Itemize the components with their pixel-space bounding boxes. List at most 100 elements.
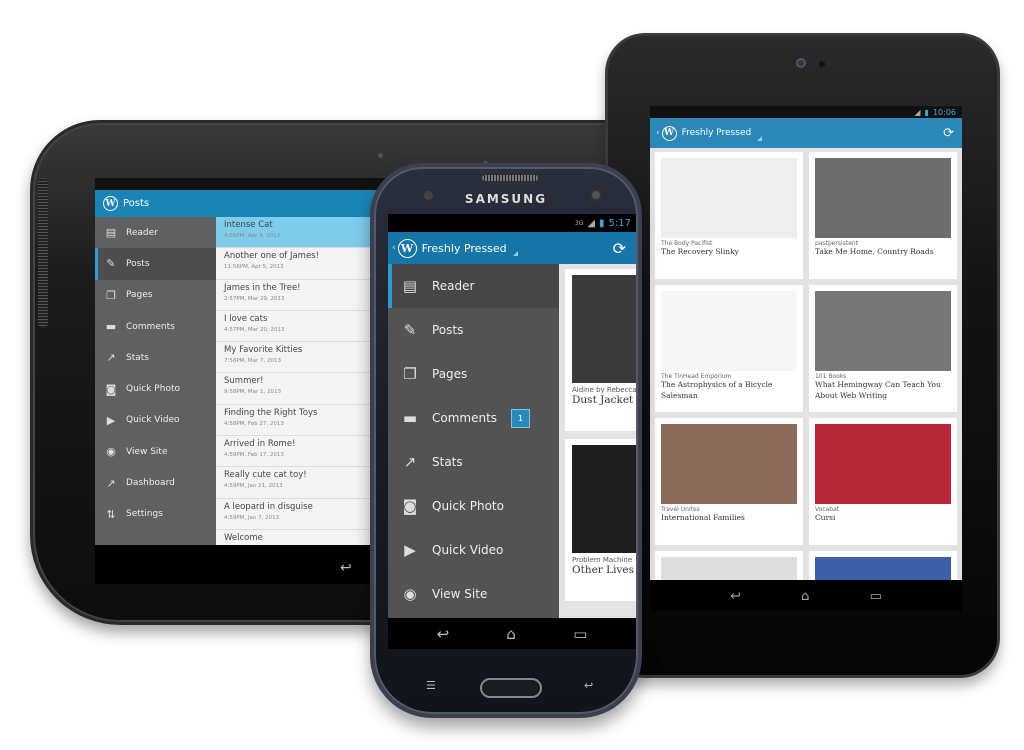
pages-icon: ❐ xyxy=(403,365,417,383)
pages-icon: ❐ xyxy=(106,288,116,302)
sidebar-item-posts[interactable]: ✎ Posts xyxy=(95,248,216,280)
reader-icon: ▤ xyxy=(105,226,117,240)
sidebar-item-view-site[interactable]: ◉ View Site xyxy=(95,436,216,467)
small-tablet-screen: ◢ ▮ 10:06 ‹ W Freshly Pressed ⟳ The Body… xyxy=(650,106,962,611)
signal-icon: ◢ xyxy=(587,217,596,229)
sidebar-item-view-site[interactable]: ◉ View Site xyxy=(388,572,559,616)
sidebar-item-quick-photo[interactable]: ◙ Quick Photo xyxy=(388,484,559,528)
tablet-speaker xyxy=(38,178,48,328)
post-thumbnail xyxy=(815,424,951,504)
reader-icon: ▤ xyxy=(402,277,418,295)
feed-card[interactable]: Problem Machine Other Lives xyxy=(565,439,636,601)
recent-apps-icon[interactable]: ▭ xyxy=(573,625,587,643)
app-bar-title[interactable]: Freshly Pressed xyxy=(682,128,752,138)
app-bar: ‹ W Freshly Pressed ⟳ xyxy=(388,232,636,264)
network-type: 3G xyxy=(574,219,584,227)
feed-card[interactable]: The TinHead Emporium The Astrophysics of … xyxy=(655,285,803,412)
feed-card[interactable]: Travel Unites International Families xyxy=(655,418,803,545)
post-source: The TinHead Emporium xyxy=(661,373,732,380)
post-thumbnail xyxy=(661,557,797,580)
sidebar-item-label: Quick Photo xyxy=(126,384,180,395)
post-source: The Body Pacifist xyxy=(661,240,713,247)
sidebar-item-dashboard[interactable]: ↗ Dashboard xyxy=(95,467,216,498)
refresh-icon[interactable]: ⟳ xyxy=(613,239,626,258)
sidebar-item-label: Reader xyxy=(126,227,158,238)
phone-screen: 3G ◢ ▮ 5:17 ‹ W Freshly Pressed ⟳ ▤ Reade… xyxy=(388,214,636,649)
system-nav-bar: ↩ ⌂ ▭ xyxy=(650,581,962,611)
sidebar-item-quick-video[interactable]: ▶ Quick Video xyxy=(95,405,216,436)
back-icon[interactable]: ↩ xyxy=(730,589,741,604)
status-bar: 3G ◢ ▮ 5:17 xyxy=(388,214,636,232)
sidebar-item-stats[interactable]: ↗ Stats xyxy=(388,440,559,484)
sidebar-item-settings[interactable]: ⇅ Settings xyxy=(95,499,216,530)
feed-card[interactable]: Aldine by Rebecca Dust Jacket xyxy=(565,269,636,431)
back-key-icon[interactable]: ↩ xyxy=(584,679,593,692)
pin-icon: ✎ xyxy=(403,321,417,339)
post-thumbnail xyxy=(661,158,797,238)
back-icon[interactable]: ↩ xyxy=(437,625,450,643)
home-button[interactable] xyxy=(480,678,542,698)
freshly-pressed-grid: The Body Pacifist The Recovery Slinky past… xyxy=(650,148,962,580)
sidebar-item-label: Quick Photo xyxy=(432,499,504,513)
post-title: Take Me Home, Country Roads xyxy=(815,247,934,256)
sidebar-item-quick-photo[interactable]: ◙ Quick Photo xyxy=(95,373,216,404)
recent-apps-icon[interactable]: ▭ xyxy=(870,589,882,604)
sidebar-item-stats[interactable]: ↗ Stats xyxy=(95,342,216,373)
sidebar-item-pages[interactable]: ❐ Pages xyxy=(95,280,216,311)
feed-card[interactable]: pastpersistent Take Me Home, Country Road… xyxy=(809,152,957,279)
menu-key-icon[interactable]: ☰ xyxy=(426,679,436,692)
app-bar-title[interactable]: Freshly Pressed xyxy=(422,242,507,255)
camera-icon: ◙ xyxy=(402,497,418,515)
reader-feed: Aldine by Rebecca Dust Jacket Problem Mach… xyxy=(559,264,636,618)
sidebar-item-quick-video[interactable]: ▶ Quick Video xyxy=(388,528,559,572)
post-thumbnail xyxy=(815,158,951,238)
refresh-icon[interactable]: ⟳ xyxy=(943,126,954,141)
sidebar-item-comments[interactable]: ▬ Comments 1 xyxy=(388,396,559,440)
post-thumbnail xyxy=(815,291,951,371)
feed-card[interactable]: The Body Pacifist The Recovery Slinky xyxy=(655,152,803,279)
sidebar-item-pages[interactable]: ❐ Pages xyxy=(388,352,559,396)
up-caret-icon[interactable]: ‹ xyxy=(392,243,396,253)
sidebar-item-label: Stats xyxy=(126,352,149,363)
post-title: International Families xyxy=(661,513,745,522)
sidebar-item-posts[interactable]: ✎ Posts xyxy=(388,308,559,352)
sidebar-item-label: Pages xyxy=(432,367,468,381)
sidebar-item-reader[interactable]: ▤ Reader xyxy=(388,264,559,308)
comment-icon: ▬ xyxy=(402,409,418,427)
feed-card[interactable] xyxy=(655,551,803,580)
wordpress-logo-icon[interactable]: W xyxy=(397,238,417,258)
back-icon[interactable]: ↩ xyxy=(340,560,352,576)
post-source: Problem Machine xyxy=(572,556,633,564)
up-caret-icon[interactable]: ‹ xyxy=(656,128,660,138)
feed-card[interactable] xyxy=(809,551,957,580)
sidebar-item-label: Comments xyxy=(432,411,498,425)
post-source: Travel Unites xyxy=(661,506,700,513)
tablet-sensor xyxy=(378,153,383,158)
stats-icon: ↗ xyxy=(106,351,116,365)
battery-icon: ▮ xyxy=(924,107,929,117)
wordpress-logo-icon[interactable]: W xyxy=(103,196,118,211)
sidebar-item-comments[interactable]: ▬ Comments xyxy=(95,311,216,342)
battery-icon: ▮ xyxy=(599,217,605,229)
feed-card[interactable]: Vocabat Cursi xyxy=(809,418,957,545)
app-bar: ‹ W Freshly Pressed ⟳ xyxy=(650,118,962,148)
sidebar-item-label: Reader xyxy=(432,279,475,293)
home-icon[interactable]: ⌂ xyxy=(506,625,516,643)
post-title: Other Lives xyxy=(572,564,635,576)
home-icon[interactable]: ⌂ xyxy=(801,589,809,604)
front-camera xyxy=(590,189,602,201)
system-nav-bar: ↩ ⌂ ▭ xyxy=(388,618,636,649)
sidebar-item-reader[interactable]: ▤ Reader xyxy=(95,217,216,248)
side-menu: ▤ Reader ✎ Posts ❐ Pages ▬ Comments ↗ Stats ◙ Quick… xyxy=(95,217,216,545)
sidebar-item-label: Stats xyxy=(432,455,463,469)
feed-card[interactable]: 101 Books What Hemingway Can Teach You Ab… xyxy=(809,285,957,412)
wordpress-logo-icon[interactable]: W xyxy=(661,125,677,141)
post-thumbnail xyxy=(572,445,636,553)
post-thumbnail xyxy=(661,424,797,504)
post-source: Vocabat xyxy=(815,506,840,513)
sidebar-item-label: View Site xyxy=(432,587,488,601)
clock: 10:06 xyxy=(932,107,956,117)
post-title: Cursi xyxy=(815,513,836,522)
dropdown-indicator-icon xyxy=(512,250,518,256)
post-source: pastpersistent xyxy=(815,240,859,247)
